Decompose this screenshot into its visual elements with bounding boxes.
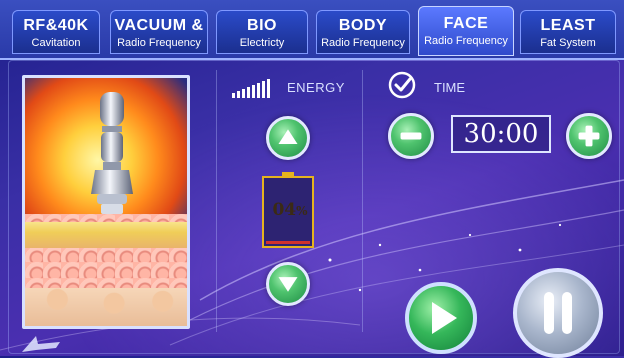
time-increase-button[interactable] — [566, 113, 612, 159]
skin-surface-graphic — [25, 222, 187, 248]
tab-title: VACUUM & — [114, 17, 204, 34]
check-circle-icon[interactable] — [387, 70, 417, 100]
tab-bar: RF&40K Cavitation VACUUM & Radio Frequen… — [0, 0, 624, 60]
tab-body-rf[interactable]: BODY Radio Frequency — [316, 10, 410, 54]
tab-vacuum-rf[interactable]: VACUUM & Radio Frequency — [110, 10, 208, 54]
tab-title: FACE — [443, 15, 489, 32]
arrow-up-icon — [278, 129, 298, 145]
plus-icon — [578, 125, 600, 147]
energy-number: 04 — [272, 200, 297, 220]
play-icon — [432, 302, 457, 334]
tab-least-fat[interactable]: LEAST Fat System — [520, 10, 616, 54]
tab-subtitle: Radio Frequency — [321, 37, 405, 49]
fat-layer-graphic — [25, 288, 187, 326]
tab-subtitle: Radio Frequency — [424, 35, 508, 47]
energy-label: ENERGY — [287, 80, 345, 95]
tab-subtitle: Electricty — [239, 37, 285, 49]
tab-rf-cavitation[interactable]: RF&40K Cavitation — [12, 10, 100, 54]
tab-subtitle: Fat System — [540, 37, 596, 49]
rf-probe-icon — [91, 92, 133, 214]
energy-down-button[interactable] — [266, 262, 310, 306]
battery-fill — [266, 241, 310, 244]
tab-title: LEAST — [540, 17, 596, 34]
time-display: 30:00 — [451, 115, 551, 153]
tab-subtitle: Cavitation — [31, 37, 81, 49]
energy-up-button[interactable] — [266, 116, 310, 160]
pause-button[interactable] — [513, 268, 603, 358]
pause-icon — [544, 292, 572, 334]
divider — [362, 70, 363, 332]
divider — [216, 70, 217, 332]
time-decrease-button[interactable] — [388, 113, 434, 159]
back-arrow-icon[interactable] — [20, 332, 62, 354]
treatment-illustration — [22, 75, 190, 329]
energy-unit: % — [296, 204, 308, 218]
signal-bars-icon — [232, 79, 270, 98]
minus-icon — [400, 132, 422, 140]
tab-title: RF&40K — [23, 17, 89, 34]
start-button[interactable] — [405, 282, 477, 354]
tab-title: BODY — [338, 17, 388, 34]
arrow-down-icon — [278, 277, 298, 292]
tab-title: BIO — [247, 17, 277, 34]
tab-face-rf[interactable]: FACE Radio Frequency — [418, 6, 514, 56]
energy-value: 04% — [266, 200, 314, 220]
tab-bio-electricity[interactable]: BIO Electricty — [216, 10, 308, 54]
tab-subtitle: Radio Frequency — [117, 37, 201, 49]
time-label: TIME — [434, 80, 466, 95]
